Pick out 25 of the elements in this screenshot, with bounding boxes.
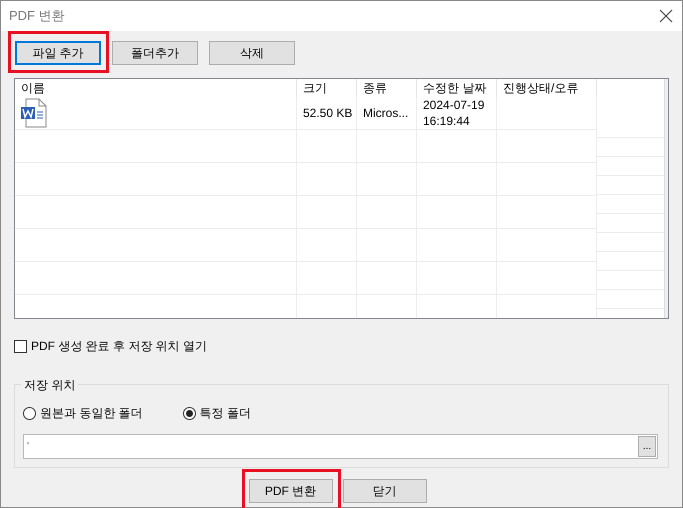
radio-button[interactable] [23,406,36,420]
close-icon[interactable] [658,8,674,24]
column-header[interactable]: 진행상태/오류 [497,79,597,97]
table-cell: 52.50 KB [297,97,357,129]
radio-label[interactable]: 원본과 동일한 폴더 [40,404,143,422]
button[interactable]: PDF 변환 [248,479,332,503]
button[interactable]: 삭제 [209,41,295,65]
column-header[interactable]: 수정한 날짜 [417,79,497,97]
button[interactable]: 닫기 [342,479,426,503]
checkbox[interactable] [14,340,27,352]
column-header[interactable]: 크기 [297,79,357,97]
path-field[interactable]: ' ... [23,434,658,459]
table-cell-text: 2024-07-19 [423,97,486,113]
radio-button[interactable] [182,406,196,420]
checkbox-label[interactable]: PDF 생성 완료 후 저장 위치 열기 [31,337,208,355]
radio-label[interactable]: 특정 폴더 [200,404,252,422]
window-title: PDF 변환 [9,7,65,26]
button[interactable]: 파일 추가 [15,41,101,65]
table-cell: Micros... [357,97,417,129]
column-header[interactable]: 이름 [15,79,297,97]
field-value: ' [27,440,29,454]
column-header[interactable]: 종류 [357,79,417,97]
table-cell-text: 16:19:44 [423,113,471,129]
browse-button[interactable]: ... [638,436,656,457]
button[interactable]: 폴더추가 [112,41,198,65]
